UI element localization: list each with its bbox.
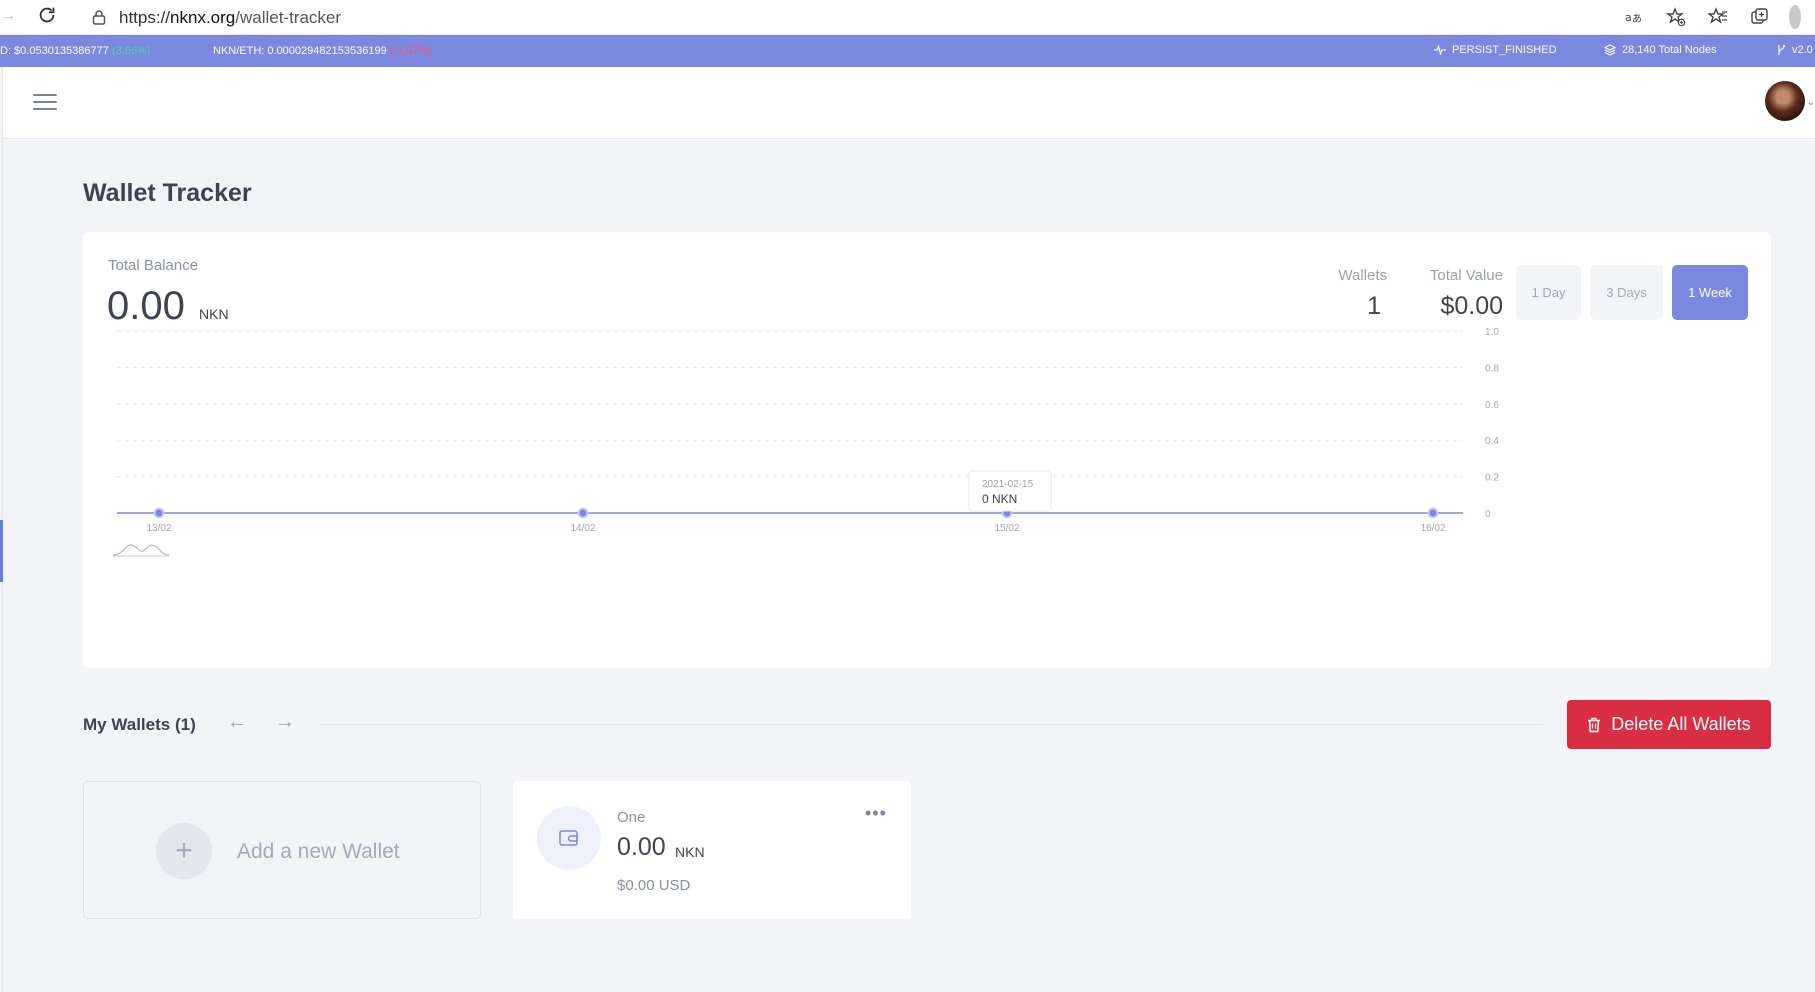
ticker-version-text: v2.0 <box>1792 44 1813 56</box>
wallet-name: One <box>617 809 646 826</box>
layers-icon <box>1604 44 1616 56</box>
my-wallets-title: My Wallets (1) <box>83 715 196 734</box>
y-tick-label: 0.6 <box>1485 400 1499 411</box>
delete-all-wallets-button[interactable]: Delete All Wallets <box>1567 700 1771 749</box>
wallet-icon <box>537 806 601 870</box>
balance-card: Total Balance 0.00 NKN Wallets 1 Total V… <box>83 232 1771 668</box>
x-tick-label: 15/02 <box>994 523 1019 534</box>
chevron-down-icon[interactable]: ⌄ <box>1807 97 1815 108</box>
ticker-nodes-text: 28,140 Total Nodes <box>1622 44 1717 56</box>
address-bar[interactable]: https://nknx.org/wallet-tracker <box>76 2 1660 32</box>
y-tick-label: 0.2 <box>1485 473 1499 484</box>
ticker-nodes: 28,140 Total Nodes <box>1604 44 1717 56</box>
sidebar-active-indicator <box>0 520 3 582</box>
ticker-version: v2.0 <box>1776 44 1813 56</box>
git-branch-icon <box>1778 44 1786 55</box>
x-tick-label: 13/02 <box>146 523 171 534</box>
plus-icon: + <box>156 823 212 879</box>
ticker-eth-change: (-1.07%) <box>389 45 432 57</box>
svg-text:あ: あ <box>1632 13 1642 25</box>
menu-toggle-icon[interactable] <box>33 94 57 112</box>
url-host: nknx.org <box>170 8 236 27</box>
data-point <box>577 507 589 519</box>
url-path: /wallet-tracker <box>235 8 342 27</box>
forward-arrow-icon[interactable]: → <box>0 7 16 25</box>
tooltip-date: 2021-02-15 <box>982 479 1034 490</box>
ticker-eth: NKN/ETH: 0.000029482153536199 (-1.07%) <box>213 45 432 57</box>
section-divider <box>320 724 1543 725</box>
wallet-balance: 0.00 <box>617 833 666 861</box>
app-header: ⌄ <box>3 67 1815 139</box>
more-horizontal-icon[interactable]: ••• <box>865 803 887 824</box>
url-scheme: https:// <box>119 8 171 27</box>
y-tick-label: 0.4 <box>1485 436 1499 447</box>
pulse-icon <box>1434 45 1446 55</box>
wallet-unit: NKN <box>675 844 705 860</box>
ticker-usd: D: $0.0530135386777 (3.66%) <box>0 45 150 57</box>
balance-chart: 0 0.2 0.4 0.6 0.8 1.0 13/02 14/02 15/02 16/02 2021… <box>112 327 1499 557</box>
favorites-icon[interactable] <box>1705 4 1731 30</box>
collections-icon[interactable] <box>1747 4 1773 30</box>
x-tick-label: 16/02 <box>1420 523 1445 534</box>
favorite-star-add-icon[interactable] <box>1663 4 1689 30</box>
lock-icon <box>92 10 106 25</box>
wallet-card[interactable]: One 0.00 NKN $0.00 USD ••• <box>513 781 911 919</box>
arrow-right-icon[interactable]: → <box>275 711 295 734</box>
browser-actions: aあ <box>1605 3 1815 31</box>
price-ticker: D: $0.0530135386777 (3.66%) NKN/ETH: 0.0… <box>0 35 1815 67</box>
ticker-usd-change: (3.66%) <box>111 45 151 57</box>
y-tick-label: 0.8 <box>1485 363 1499 374</box>
reload-icon[interactable] <box>36 4 58 26</box>
ticker-status: PERSIST_FINISHED <box>1434 44 1557 56</box>
tooltip-value: 0 NKN <box>982 492 1017 506</box>
add-wallet-label: Add a new Wallet <box>237 840 400 863</box>
ticker-usd-price: D: $0.0530135386777 <box>0 45 109 57</box>
y-tick-label: 0 <box>1485 509 1491 520</box>
wallet-usd-value: $0.00 USD <box>617 877 691 894</box>
profile-icon[interactable] <box>1789 4 1815 30</box>
page-title: Wallet Tracker <box>83 179 252 207</box>
translate-icon[interactable]: aあ <box>1621 4 1647 30</box>
brush-sparkline <box>112 544 170 556</box>
avatar[interactable] <box>1765 81 1805 121</box>
delete-all-wallets-label: Delete All Wallets <box>1611 714 1751 734</box>
arrow-left-icon[interactable]: ← <box>227 711 247 734</box>
data-point <box>1427 507 1439 519</box>
y-tick-label: 1.0 <box>1485 327 1499 338</box>
url-text: https://nknx.org/wallet-tracker <box>119 8 341 28</box>
ticker-eth-price: NKN/ETH: 0.000029482153536199 <box>213 45 387 57</box>
ticker-status-text: PERSIST_FINISHED <box>1452 44 1557 56</box>
svg-text:a: a <box>1625 11 1632 24</box>
data-point <box>153 507 165 519</box>
trash-icon <box>1588 717 1601 732</box>
browser-toolbar: → https://nknx.org/wallet-tracker aあ <box>0 0 1815 35</box>
x-tick-label: 14/02 <box>570 523 595 534</box>
add-wallet-card[interactable]: + Add a new Wallet <box>83 781 481 919</box>
